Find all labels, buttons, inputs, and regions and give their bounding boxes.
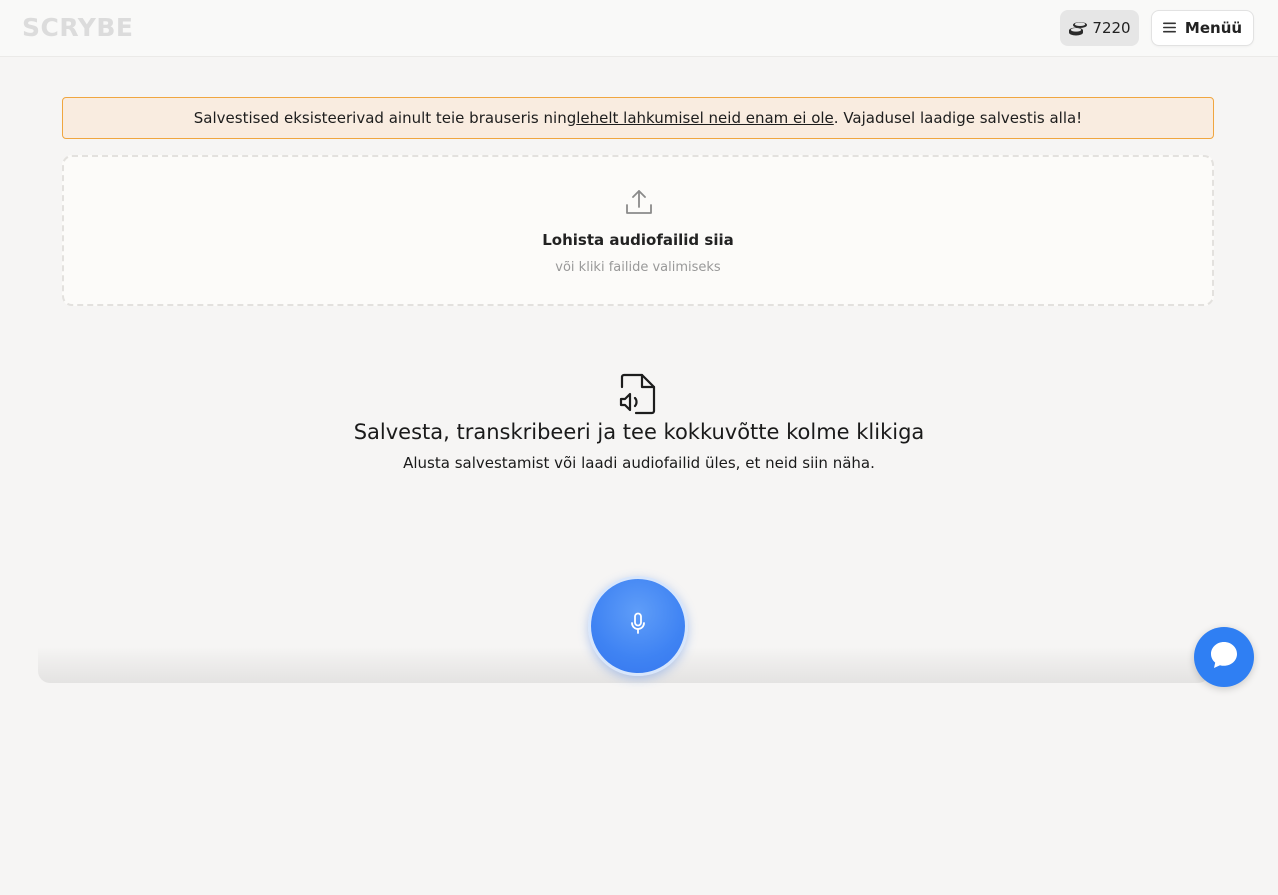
record-button[interactable] xyxy=(588,576,688,676)
chat-button[interactable] xyxy=(1194,627,1254,687)
credits-count: 7220 xyxy=(1092,19,1131,37)
warning-text-start: Salvestised eksisteerivad ainult teie br… xyxy=(193,109,577,127)
hamburger-icon xyxy=(1162,19,1176,37)
logo[interactable]: SCRYBE xyxy=(22,13,133,42)
chat-icon xyxy=(1208,639,1240,675)
dropzone-subtitle: või kliki failide valimiseks xyxy=(555,260,721,275)
menu-label: Menüü xyxy=(1184,19,1243,37)
upload-icon xyxy=(624,187,654,221)
microphone-icon xyxy=(628,612,648,640)
audio-dropzone[interactable]: Lohista audiofailid siia või kliki faili… xyxy=(62,155,1214,306)
top-bar: SCRYBE 7220 Menüü xyxy=(0,0,1278,57)
menu-button[interactable]: Menüü xyxy=(1151,10,1254,46)
empty-state-subtitle: Alusta salvestamist või laadi audiofaili… xyxy=(403,454,875,472)
storage-warning-banner: Salvestised eksisteerivad ainult teie br… xyxy=(62,97,1214,139)
coins-icon xyxy=(1068,20,1088,36)
warning-text-end: . Vajadusel laadige salvestis alla! xyxy=(833,109,1083,127)
audio-file-icon xyxy=(618,373,658,419)
credits-button[interactable]: 7220 xyxy=(1060,10,1139,46)
dropzone-title: Lohista audiofailid siia xyxy=(542,231,734,249)
empty-state-title: Salvesta, transkribeeri ja tee kokkuvõtt… xyxy=(353,420,925,444)
warning-link[interactable]: lehelt lahkumisel neid enam ei ole xyxy=(576,109,834,127)
